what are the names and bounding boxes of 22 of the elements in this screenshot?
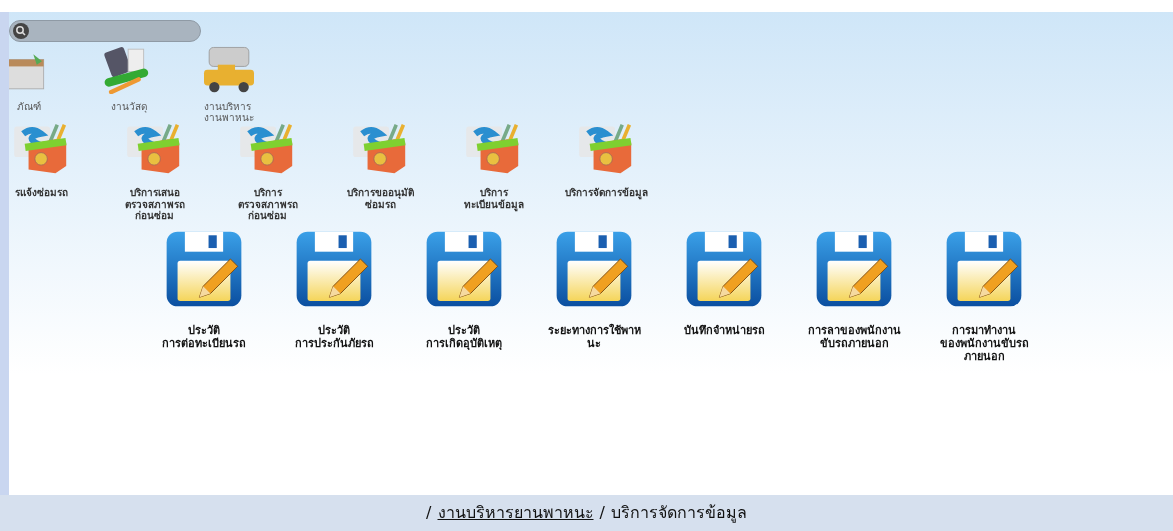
service-label[interactable]: บริการ ตรวจสภาพรถ ก่อนซ่อม [237, 187, 298, 222]
search-icon [13, 23, 29, 39]
search-field[interactable] [9, 20, 201, 42]
record-label[interactable]: ระยะทางการใช้พาห นะ [547, 323, 641, 350]
service-label[interactable]: บริการจัดการข้อมูล [565, 187, 648, 199]
service-label[interactable]: บริการเสนอ ตรวจสภาพรถ ก่อนซ่อม [124, 187, 185, 222]
service-label[interactable]: บริการ ทะเบียนข้อมูล [463, 187, 524, 210]
app-label: ภัณฑ์ [17, 102, 41, 113]
record-label[interactable]: ประวัติ การประกันภัยรถ [294, 323, 374, 350]
app-label: งานวัสดุ [111, 102, 147, 113]
app-label: งานบริหาร งานพาหนะ [204, 102, 254, 123]
record-label[interactable]: การมาทำงาน ของพนักงานขับรถ ภายนอก [939, 323, 1029, 364]
service-label[interactable]: รแจ้งซ่อมรถ [15, 187, 68, 199]
record-label[interactable]: บันทึกจำหน่ายรถ [683, 323, 765, 337]
record-label[interactable]: การลาของพนักงาน ขับรถภายนอก [807, 323, 901, 350]
breadcrumb-separator: / [599, 502, 605, 524]
breadcrumb-link[interactable]: งานบริหารยานพาหนะ [437, 501, 594, 525]
service-label[interactable]: บริการขออนุมัติ ซ่อมรถ [347, 187, 414, 210]
record-label[interactable]: ประวัติ การต่อทะเบียนรถ [162, 323, 246, 350]
breadcrumb-current: บริการจัดการข้อมูล [610, 502, 747, 525]
record-label[interactable]: ประวัติ การเกิดอุบัติเหตุ [426, 323, 502, 350]
breadcrumb-separator: / [426, 502, 432, 524]
